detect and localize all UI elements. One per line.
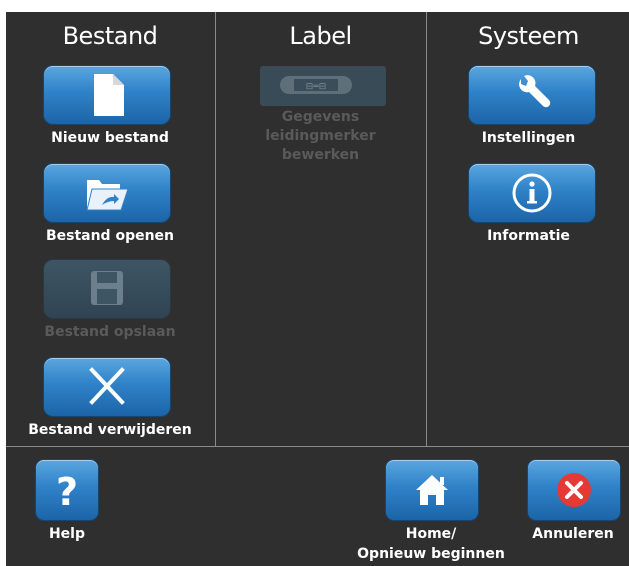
svg-text:⊟═⊟: ⊟═⊟: [306, 82, 327, 92]
delete-x-icon: [89, 367, 125, 405]
file-column: Bestand Nieuw bestand Bestand openen Bes…: [6, 12, 214, 446]
file-column-title: Bestand: [62, 22, 158, 50]
new-file-button[interactable]: [44, 66, 170, 124]
open-file-button[interactable]: [44, 164, 170, 222]
new-file-label: Nieuw bestand: [51, 130, 169, 146]
edit-pipe-marker-label: Gegevens leidingmerker bewerken: [265, 109, 376, 163]
edit-pipe-marker-button: ⊟═⊟: [260, 66, 386, 106]
save-file-label: Bestand opslaan: [44, 324, 176, 340]
cancel-icon: [557, 473, 591, 507]
cancel-button[interactable]: [528, 460, 620, 520]
info-icon: [512, 173, 552, 213]
delete-file-label: Bestand verwijderen: [28, 422, 192, 438]
settings-label: Instellingen: [481, 130, 576, 146]
info-button[interactable]: [469, 164, 595, 222]
save-file-button: [44, 260, 170, 318]
pipe-marker-icon: ⊟═⊟: [280, 76, 352, 94]
main-menu-screen: Bestand Nieuw bestand Bestand openen Bes…: [6, 12, 629, 566]
question-icon: ?: [56, 470, 78, 514]
home-icon: [416, 475, 448, 505]
label-column-title: Label: [289, 22, 352, 50]
save-disk-icon: [91, 271, 123, 305]
new-file-icon: [94, 74, 124, 116]
system-column: Systeem Instellingen Informatie: [426, 12, 629, 446]
open-file-label: Bestand openen: [45, 228, 175, 244]
open-folder-icon: [86, 180, 129, 211]
info-label: Informatie: [487, 228, 570, 244]
svg-text:?: ?: [56, 470, 78, 514]
system-column-title: Systeem: [478, 22, 579, 50]
settings-button[interactable]: [469, 66, 595, 124]
delete-file-button[interactable]: [44, 358, 170, 416]
wrench-icon: [519, 75, 551, 108]
divider: [6, 446, 629, 447]
help-button[interactable]: ?: [36, 460, 98, 520]
cancel-label: Annuleren: [532, 526, 614, 542]
help-label: Help: [48, 526, 86, 542]
home-button[interactable]: [386, 460, 478, 520]
label-column: Label ⊟═⊟ Gegevens leidingmerker bewerke…: [215, 12, 425, 446]
home-label: Home/ Opnieuw beginnen: [357, 526, 505, 562]
